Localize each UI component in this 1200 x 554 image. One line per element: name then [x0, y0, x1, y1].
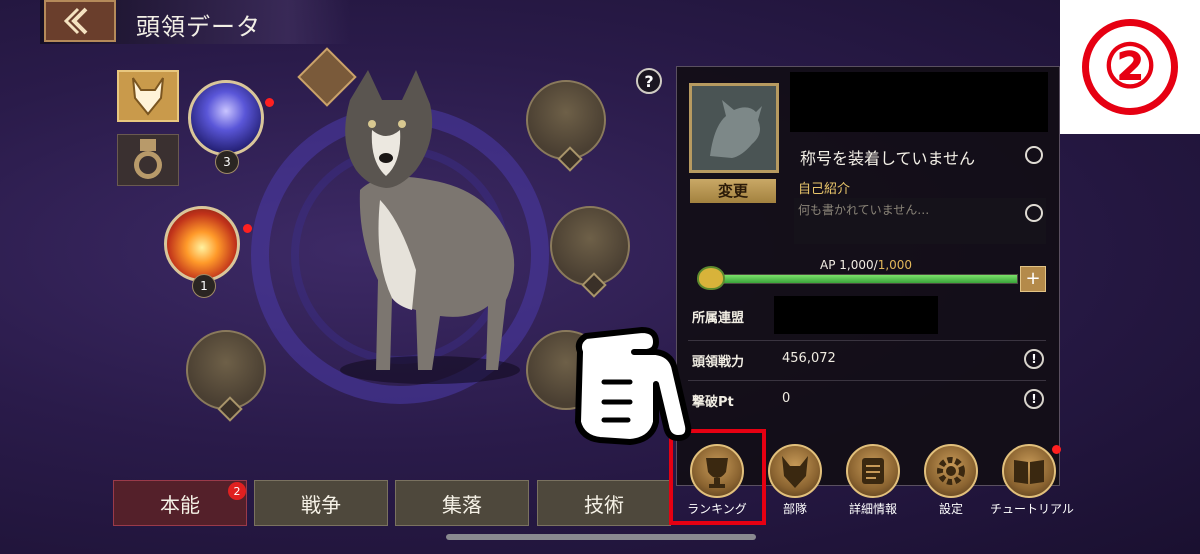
- settings-label: 設定: [938, 502, 963, 516]
- tab-instinct[interactable]: 本能: [113, 480, 247, 526]
- gear-icon: [937, 457, 965, 485]
- skill-level-badge: 1: [192, 274, 216, 298]
- home-indicator: [446, 534, 756, 540]
- back-arrow-icon: [63, 7, 88, 35]
- step-number-badge: ②: [1060, 0, 1200, 134]
- pointing-hand-icon: [575, 327, 692, 445]
- player-title: 称号を装着していません: [800, 149, 976, 168]
- power-value: 456,072: [782, 351, 836, 366]
- book-icon: [1014, 460, 1044, 484]
- tab-war[interactable]: 戦争: [254, 480, 388, 526]
- ap-progress-fill: [715, 275, 1017, 283]
- medal-tab[interactable]: [117, 134, 179, 186]
- ap-max: 1,000: [877, 258, 913, 272]
- equipment-slot-empty[interactable]: [550, 206, 630, 286]
- avatar[interactable]: [689, 83, 779, 173]
- row-divider: [688, 340, 1046, 341]
- step-number: ②: [1082, 19, 1178, 115]
- scroll-icon: [862, 458, 884, 484]
- ap-prefix: AP: [820, 258, 836, 272]
- back-button[interactable]: [44, 0, 116, 42]
- equipment-slot-empty[interactable]: [526, 80, 606, 160]
- settings-button[interactable]: [924, 444, 978, 498]
- details-button[interactable]: [846, 444, 900, 498]
- tab-technology[interactable]: 技術: [537, 480, 671, 526]
- wolf-head-icon: [782, 456, 808, 488]
- edit-intro-icon[interactable]: [1025, 204, 1043, 222]
- notification-dot: [1052, 445, 1061, 454]
- alliance-name-redacted: [774, 296, 938, 334]
- skill-orb-fire[interactable]: [164, 206, 240, 282]
- page-title: 頭領データ: [136, 13, 261, 41]
- wolf-tab[interactable]: [117, 70, 179, 122]
- power-info-icon[interactable]: !: [1024, 349, 1044, 369]
- ap-progress-bar: [714, 274, 1018, 284]
- details-label: 詳細情報: [848, 502, 897, 516]
- defeat-points-value: 0: [782, 391, 791, 406]
- tutorial-label: チュートリアル: [990, 502, 1074, 516]
- intro-text: 何も書かれていません…: [798, 203, 930, 217]
- wolf-silhouette-icon: [710, 100, 762, 158]
- intro-label: 自己紹介: [798, 182, 851, 197]
- wolf-character: [340, 70, 520, 384]
- change-avatar-button[interactable]: 変更: [690, 179, 776, 203]
- player-name-redacted: [790, 72, 1048, 132]
- defeat-points-info-icon[interactable]: !: [1024, 389, 1044, 409]
- tab-notification-badge: 2: [228, 482, 246, 500]
- equipment-slot-empty[interactable]: [186, 330, 266, 410]
- ap-current: 1,000: [839, 258, 874, 272]
- wolf-head-icon: [132, 77, 164, 116]
- row-divider: [688, 380, 1046, 381]
- help-icon[interactable]: ?: [636, 68, 662, 94]
- squad-button[interactable]: [768, 444, 822, 498]
- tab-village[interactable]: 集落: [395, 480, 529, 526]
- medal-icon: [134, 139, 162, 179]
- ap-add-button[interactable]: +: [1020, 266, 1046, 292]
- edit-title-icon[interactable]: [1025, 146, 1043, 164]
- tutorial-button[interactable]: [1002, 444, 1056, 498]
- ap-turtle-icon: [697, 266, 725, 290]
- ap-label: AP 1,000/1,000: [820, 258, 913, 272]
